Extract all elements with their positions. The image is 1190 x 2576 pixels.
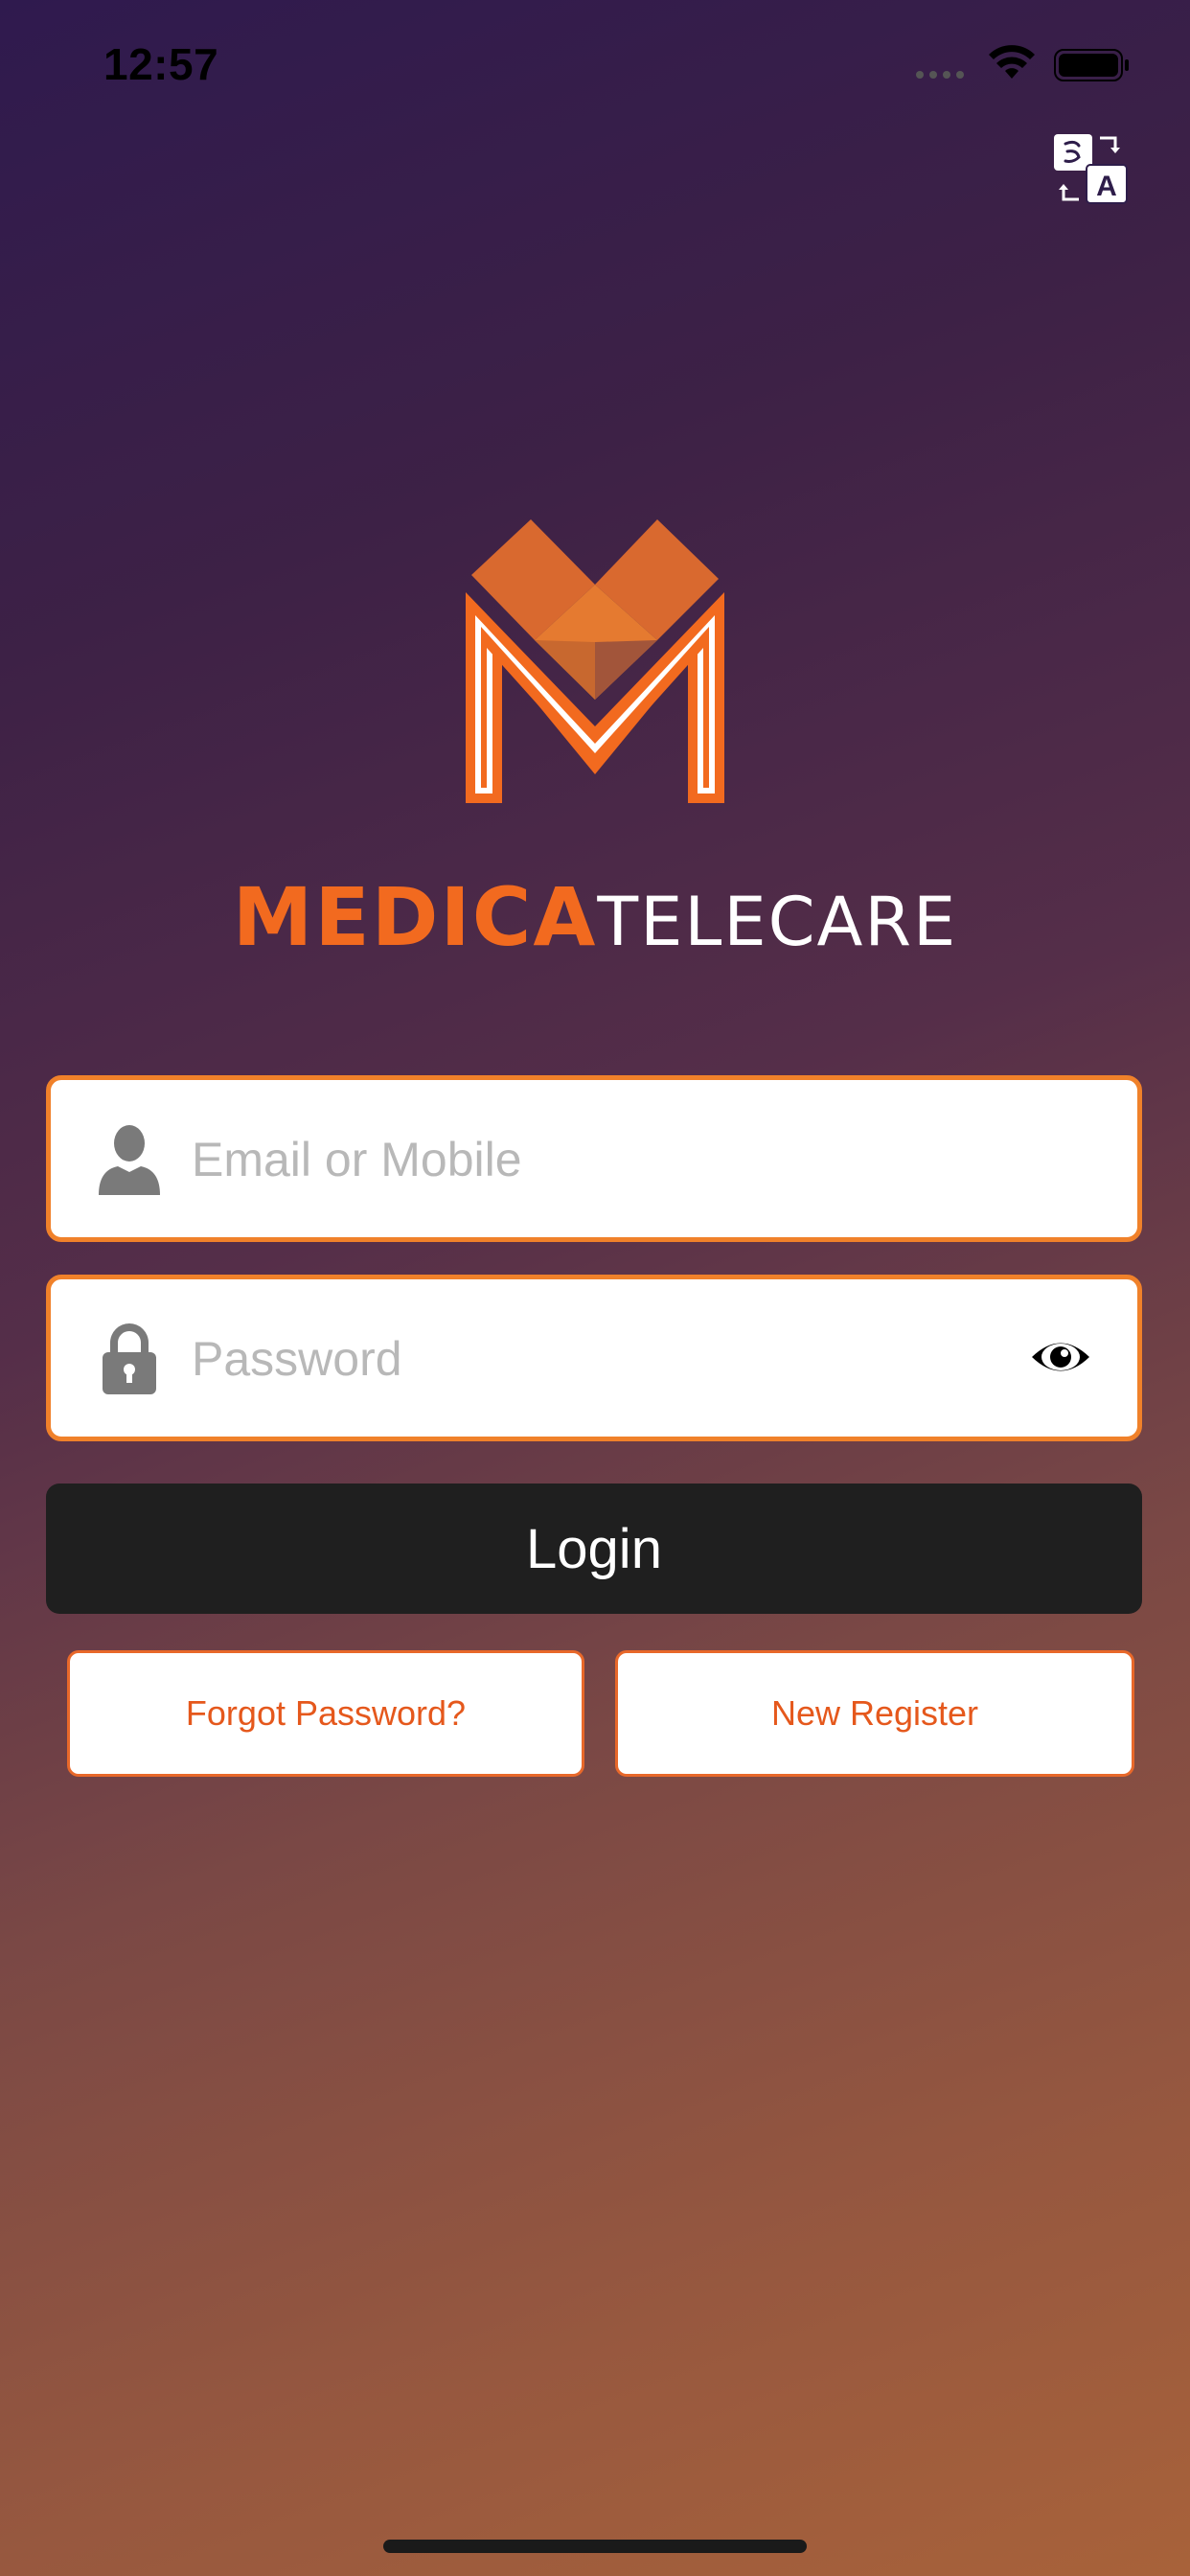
user-icon (99, 1125, 160, 1195)
status-bar: 12:57 (0, 0, 1190, 134)
forgot-password-button[interactable]: Forgot Password? (67, 1650, 584, 1777)
password-field[interactable] (46, 1275, 1142, 1441)
eye-icon[interactable] (1030, 1335, 1091, 1379)
new-register-button[interactable]: New Register (615, 1650, 1134, 1777)
login-button[interactable]: Login (46, 1484, 1142, 1614)
wifi-icon (989, 45, 1035, 79)
email-field[interactable] (46, 1075, 1142, 1242)
lock-icon (103, 1323, 156, 1394)
medica-m-logo (466, 519, 724, 803)
home-indicator[interactable] (383, 2540, 807, 2553)
battery-icon (1054, 49, 1129, 81)
translate-icon[interactable]: A (1052, 132, 1129, 205)
brand-wordmark: MEDICATELECARE (0, 870, 1190, 964)
email-input[interactable] (190, 1109, 1037, 1210)
svg-text:A: A (1096, 171, 1117, 202)
brand-name-telecare: TELECARE (597, 883, 958, 961)
status-time: 12:57 (103, 39, 219, 89)
cellular-signal-icon (916, 71, 964, 79)
brand-name-medica: MEDICA (232, 870, 598, 964)
password-input[interactable] (190, 1308, 1037, 1410)
